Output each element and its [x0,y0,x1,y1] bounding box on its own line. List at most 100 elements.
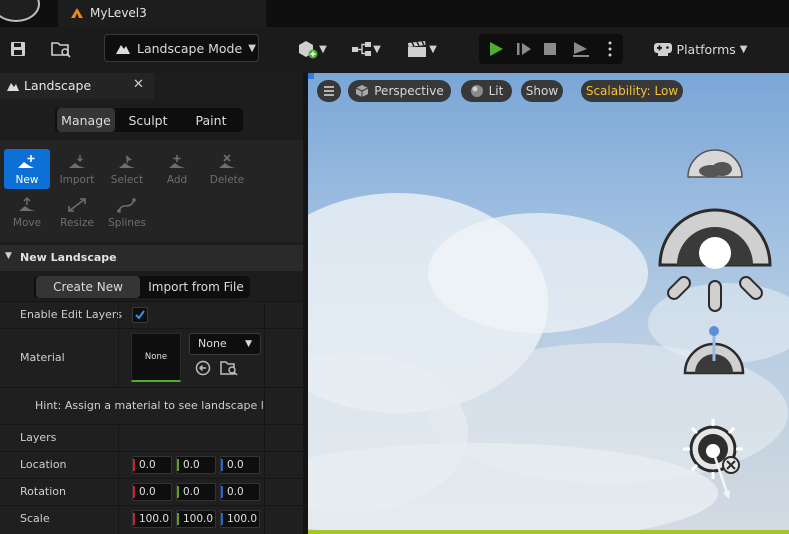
rotation-z-field[interactable]: 0.0 [220,483,260,501]
scale-y-field[interactable]: 100.0 [176,510,216,528]
platforms-label: Platforms [676,41,736,57]
light-source-icon[interactable] [681,417,751,507]
create-mode-toggle: Create New Import from File [34,276,250,298]
layers-label: Layers [20,431,57,444]
level-tab-label: MyLevel3 [90,6,147,20]
tool-splines-label: Splines [108,217,146,229]
use-selected-icon[interactable] [194,360,212,376]
perspective-label: Perspective [374,84,444,98]
landscape-mode-tabs: Manage Sculpt Paint [55,108,243,132]
material-dropdown-value: None [198,337,227,350]
new-landscape-icon [18,155,35,168]
add-icon [169,155,185,168]
material-dropdown[interactable]: None ▼ [189,333,261,355]
save-icon [11,42,25,56]
sky-atmosphere-icon[interactable] [685,147,745,181]
unreal-logo-icon[interactable] [0,0,40,22]
rotation-x-field[interactable]: 0.0 [132,483,172,501]
material-label: Material [20,351,65,364]
platforms-dropdown[interactable]: Platforms ▼ [650,37,750,61]
lit-sphere-icon [470,85,483,97]
chevron-down-icon: ▼ [319,43,327,55]
landscape-tab-icon [7,83,19,91]
resize-icon [68,198,86,212]
import-icon [69,155,85,168]
panel-tab[interactable]: Landscape ✕ [0,73,154,99]
mode-dropdown[interactable]: Landscape Mode ▼ [104,34,259,62]
section-title: New Landscape [20,251,117,264]
play-icon[interactable] [487,40,505,58]
tab-manage[interactable]: Manage [57,108,115,132]
tool-select-label: Select [110,174,144,186]
save-button[interactable] [6,37,30,61]
tool-import-button[interactable]: Import [54,149,100,189]
create-new-button[interactable]: Create New [36,276,140,298]
viewport-corner-marker [308,73,314,79]
perspective-cube-icon [356,85,369,97]
material-row: Material None None ▼ [0,328,303,387]
perspective-button[interactable]: Perspective [348,80,451,102]
tool-new-button[interactable]: New [4,149,50,189]
blueprint-icon [352,42,372,56]
delete-icon [219,154,235,168]
tool-move-button[interactable]: Move [4,192,50,232]
directional-light-icon[interactable] [657,201,773,313]
blueprints-button[interactable]: ▼ [346,37,386,61]
tool-add-button[interactable]: Add [154,149,200,189]
sky-light-icon[interactable] [683,323,745,377]
tool-select-button[interactable]: Select [104,149,150,189]
tool-import-label: Import [59,174,95,186]
import-from-file-button[interactable]: Import from File [144,276,248,298]
viewport-menu-button[interactable] [317,80,341,102]
lit-label: Lit [488,84,504,98]
lit-mode-button[interactable]: Lit [461,80,512,102]
scalability-button[interactable]: Scalability: Low [581,80,683,102]
location-z-field[interactable]: 0.0 [220,456,260,474]
level-tab[interactable]: MyLevel3 [58,0,266,27]
cinematics-button[interactable]: ▼ [402,37,442,61]
stop-icon[interactable] [543,42,557,56]
step-icon[interactable] [515,41,533,57]
location-label: Location [20,458,67,471]
scale-z-field[interactable]: 100.0 [220,510,260,528]
show-button[interactable]: Show [521,80,563,102]
chevron-down-icon: ▼ [248,42,256,54]
add-actor-icon [299,41,318,59]
rotation-y-field[interactable]: 0.0 [176,483,216,501]
scale-x-field[interactable]: 100.0 [132,510,172,528]
content-browser-button[interactable] [48,37,74,61]
scale-label: Scale [20,512,50,525]
gamepad-icon [653,43,672,56]
quick-add-button[interactable]: ▼ [292,37,332,61]
close-icon[interactable]: ✕ [133,77,144,92]
enable-edit-layers-checkbox[interactable] [132,307,148,323]
location-row: Location 0.0 0.0 0.0 [0,451,303,478]
location-y-field[interactable]: 0.0 [176,456,216,474]
material-hint-text: Hint: Assign a material to see landscape… [35,399,265,412]
hint-row: Hint: Assign a material to see landscape… [0,387,303,424]
location-x-field[interactable]: 0.0 [132,456,172,474]
scale-row: Scale 100.0 100.0 100.0 [0,505,303,534]
chevron-down-icon: ▼ [739,43,748,55]
more-options-icon[interactable] [607,41,613,57]
material-thumbnail[interactable]: None [131,333,181,382]
level-viewport[interactable]: Perspective Lit Show Scalability: Low [308,73,789,534]
enable-edit-layers-row: Enable Edit Layers [0,301,303,328]
chevron-down-icon: ▼ [373,43,381,55]
new-landscape-section-header[interactable]: ▼ New Landscape [0,245,303,271]
viewport-bottom-bar [308,530,789,534]
tool-delete-button[interactable]: Delete [204,149,250,189]
panel-title: Landscape [24,78,92,93]
tool-splines-button[interactable]: Splines [104,192,150,232]
tool-resize-button[interactable]: Resize [54,192,100,232]
checkmark-icon [135,310,145,320]
tool-new-label: New [15,174,39,186]
eject-icon[interactable] [571,40,591,58]
tab-paint[interactable]: Paint [181,108,241,132]
tab-sculpt[interactable]: Sculpt [119,108,177,132]
play-controls [479,34,623,64]
hamburger-icon [324,86,334,96]
browse-asset-icon[interactable] [219,359,239,377]
mode-dropdown-label: Landscape Mode [137,40,243,56]
tool-add-label: Add [166,174,188,186]
